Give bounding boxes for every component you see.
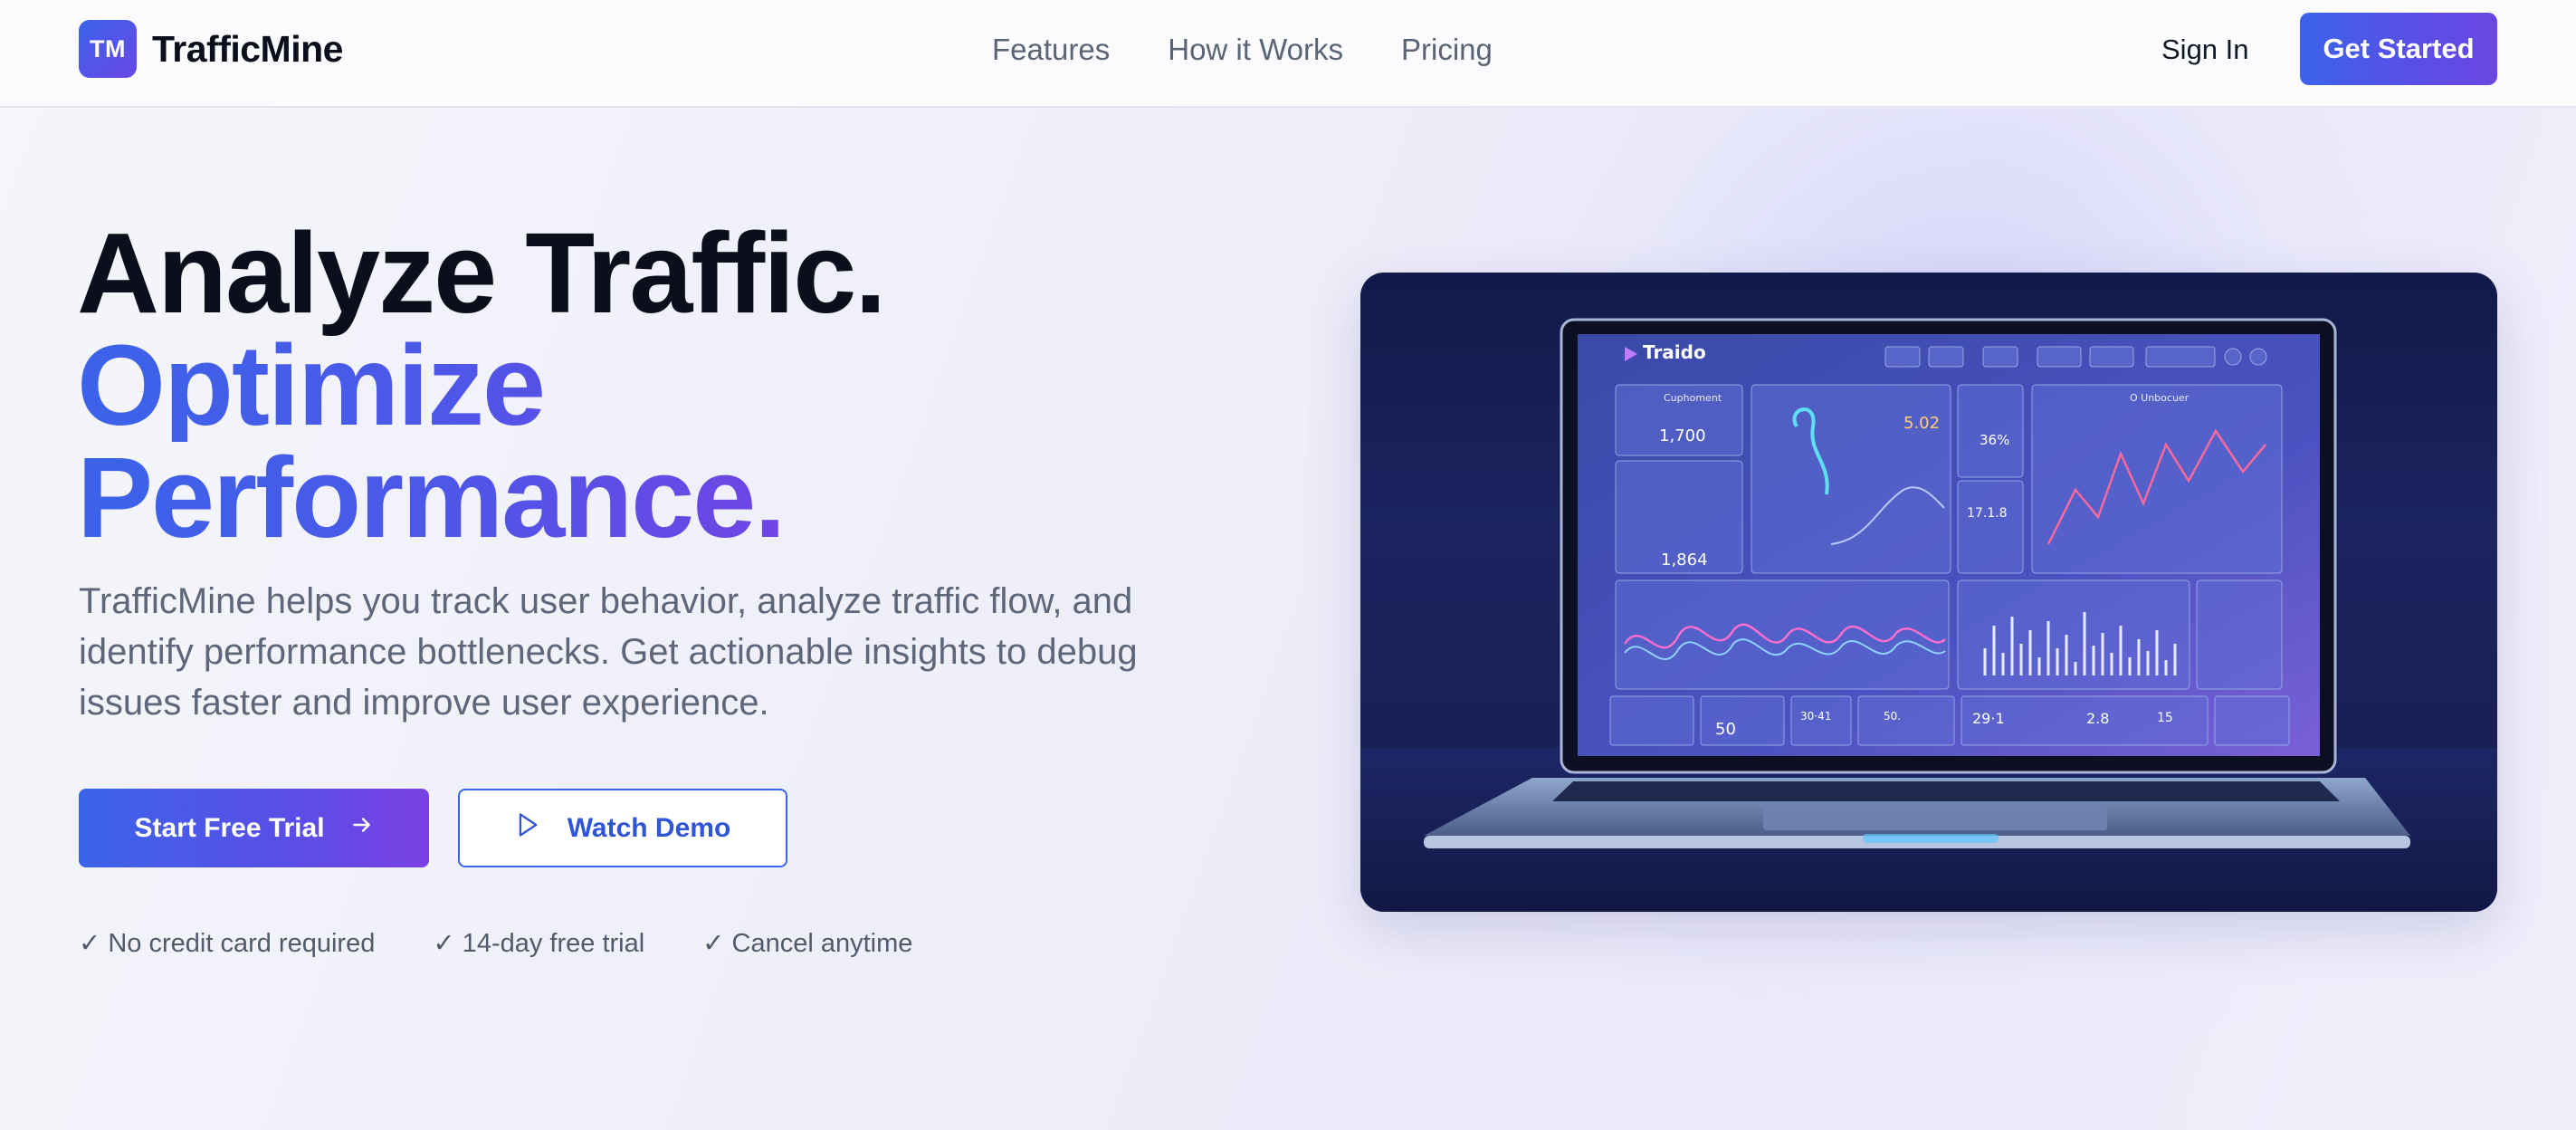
benefit-no-card: ✓ No credit card required xyxy=(79,929,376,958)
brand-name[interactable]: TrafficMine xyxy=(152,25,343,72)
laptop-footer-5: 2.8 xyxy=(2086,710,2109,727)
nav-link-features[interactable]: Features xyxy=(992,27,1110,72)
laptop-metric-3: 5.02 xyxy=(1903,414,1940,433)
laptop-metric-4: 36% xyxy=(1980,432,2009,448)
hero-subtitle: TrafficMine helps you track user behavio… xyxy=(79,581,1138,723)
laptop-footer-1: 50 xyxy=(1715,720,1736,739)
play-icon xyxy=(515,811,540,846)
logo-mark[interactable]: TM xyxy=(79,20,137,78)
start-free-trial-label: Start Free Trial xyxy=(134,812,325,843)
watch-demo-label: Watch Demo xyxy=(567,812,731,843)
start-free-trial-button[interactable]: Start Free Trial xyxy=(79,789,429,867)
nav-links: Features How it Works Pricing xyxy=(992,27,1550,72)
benefit-free-trial: ✓ 14-day free trial xyxy=(433,929,645,958)
laptop-metric-1: 1,700 xyxy=(1659,426,1706,445)
benefit-cancel: ✓ Cancel anytime xyxy=(702,929,913,958)
top-navbar: TM TrafficMine Features How it Works Pri… xyxy=(0,0,2576,108)
watch-demo-button[interactable]: Watch Demo xyxy=(458,789,787,867)
hero-laptop-image: Traido Cuphoment 1,700 1,864 5.02 36% 17… xyxy=(1360,273,2497,912)
laptop-footer-6: 15 xyxy=(2157,711,2173,725)
laptop-illustration: Traido Cuphoment 1,700 1,864 5.02 36% 17… xyxy=(1360,318,2497,912)
laptop-panel-title: Cuphoment xyxy=(1664,392,1722,404)
hero-title-line-3: Performance. xyxy=(77,441,884,555)
sign-in-link[interactable]: Sign In xyxy=(2161,27,2249,72)
hero-title-line-2: Optimize xyxy=(77,329,884,443)
laptop-app-name: Traido xyxy=(1643,341,1706,363)
laptop-footer-2: 30·41 xyxy=(1800,710,1831,723)
nav-link-pricing[interactable]: Pricing xyxy=(1401,27,1493,72)
nav-link-how-it-works[interactable]: How it Works xyxy=(1168,27,1343,72)
laptop-footer-3: 50. xyxy=(1884,710,1901,723)
laptop-metric-2: 1,864 xyxy=(1661,551,1708,570)
laptop-metric-5: 17.1.8 xyxy=(1967,506,2008,521)
hero-title: Analyze Traffic. Optimize Performance. xyxy=(77,209,886,555)
trial-benefits: ✓ No credit card required ✓ 14-day free … xyxy=(79,925,970,962)
hero-title-line-1: Analyze Traffic. xyxy=(77,209,886,337)
laptop-footer-4: 29·1 xyxy=(1972,710,2005,727)
get-started-button[interactable]: Get Started xyxy=(2300,13,2497,85)
laptop-panel-title-2: O Unbocuer xyxy=(2130,392,2190,404)
arrow-right-icon xyxy=(350,813,374,844)
